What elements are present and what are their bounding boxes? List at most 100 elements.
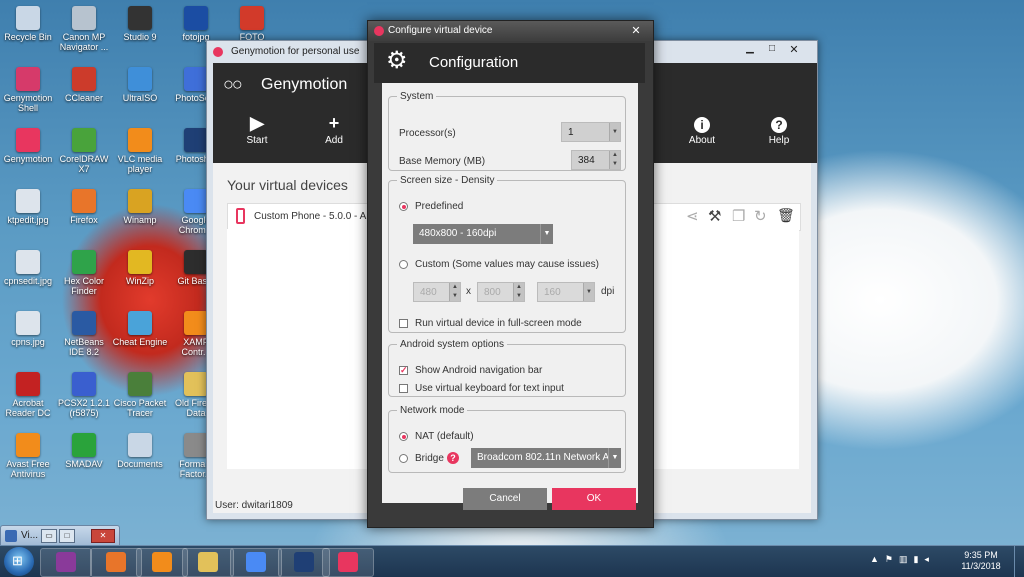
stepper-arrows-icon: ▲ ▼ [449,283,460,301]
window-controls: ▁ □ ✕ [741,43,811,59]
system-tray-icons[interactable]: ▲⚑▥▮◂ [870,554,935,565]
wrench-icon[interactable]: ⚒ [708,207,721,225]
ok-button[interactable]: OK [552,488,636,510]
memory-stepper[interactable]: 384 ▲ ▼ [571,150,621,170]
explorer-icon [198,552,218,572]
genymotion-icon [338,552,358,572]
app-icon [128,372,152,396]
desktop-icon[interactable]: PCSX2 1.2.1 (r5875) [56,368,112,426]
about-label: About [688,135,716,146]
desktop-icon[interactable]: CCleaner [56,63,112,121]
height-value: 800 [484,287,501,298]
desktop-icon[interactable]: CorelDRAW X7 [56,124,112,182]
desktop-icon[interactable]: Cisco Packet Tracer [112,368,168,426]
bridge-adapter-dropdown[interactable]: Broadcom 802.11n Network A ▼ [471,448,621,468]
navbar-label: Show Android navigation bar [415,365,543,376]
desktop-icon[interactable]: Documents [112,429,168,487]
minimize-icon[interactable]: ▁ [741,43,759,57]
desktop-icon-label: Cisco Packet Tracer [113,398,167,418]
dpi-dropdown[interactable]: 160 ▼ [537,282,595,302]
width-stepper[interactable]: 480 ▲ ▼ [413,282,461,302]
help-label: Help [768,135,790,146]
maximize-icon[interactable]: □ [763,43,781,57]
taskbar-explorer-button[interactable] [182,548,234,577]
app-icon [240,6,264,30]
desktop-icon-label: UltraISO [122,93,158,103]
taskbar-genymotion-button[interactable] [322,548,374,577]
desktop-icon[interactable]: WinZip [112,246,168,304]
app-icon [72,67,96,91]
desktop-icon[interactable]: Winamp [112,185,168,243]
desktop-icon[interactable]: Genymotion [0,124,56,182]
minimized-window-label: Vi... [21,530,39,541]
predefined-radio[interactable] [399,202,408,211]
system-group: System Processor(s) 1 ▼ Base Memory (MB)… [388,91,626,171]
start-label: Start [246,135,268,146]
desktop-icon[interactable]: ktpedit.jpg [0,185,56,243]
taskbar-chrome-button[interactable] [230,548,282,577]
dpi-label: dpi [601,286,615,297]
desktop-icon[interactable]: cpns.jpg [0,307,56,365]
desktop-icon[interactable]: Avast Free Antivirus [0,429,56,487]
device-name: Custom Phone - 5.0.0 - API [254,211,376,222]
help-icon[interactable]: ? [447,452,459,464]
desktop-icon[interactable]: VLC media player [112,124,168,182]
desktop-icon-label: cpnsedit.jpg [3,276,53,286]
stepper-arrows-icon: ▲ ▼ [609,151,620,169]
fullscreen-checkbox[interactable] [399,319,408,328]
desktop-icon-label: WinZip [125,276,154,286]
keyboard-checkbox[interactable] [399,384,408,393]
reset-icon[interactable]: ↻ [754,207,767,225]
app-icon [184,311,208,335]
desktop-icon[interactable]: Cheat Engine [112,307,168,365]
desktop-icon-label: PCSX2 1.2.1 (r5875) [57,398,111,418]
app-icon [184,6,208,30]
desktop-icon[interactable]: SMADAV [56,429,112,487]
height-stepper[interactable]: 800 ▲ ▼ [477,282,525,302]
clock[interactable]: 9:35 PM 11/3/2018 [956,550,1006,572]
desktop-icon-label: Winamp [123,215,157,225]
desktop-icon[interactable]: Recycle Bin [0,2,56,60]
trash-icon[interactable]: 🗑 [777,207,795,224]
predefined-dropdown[interactable]: 480x800 - 160dpi ▼ [413,224,553,244]
close-icon[interactable]: ✕ [785,43,803,57]
desktop-icon[interactable]: Firefox [56,185,112,243]
about-button[interactable]: i About [672,107,732,163]
system-legend: System [400,91,434,102]
close-icon[interactable]: ✕ [91,529,115,543]
cancel-button[interactable]: Cancel [463,488,547,510]
app-icon [16,250,40,274]
windows-logo-icon: ⊞ [12,553,23,568]
desktop-icon[interactable]: Acrobat Reader DC [0,368,56,426]
help-button[interactable]: ? Help [749,107,809,163]
taskbar-firefox-button[interactable] [90,548,142,577]
bridge-radio[interactable] [399,454,408,463]
app-icon [72,250,96,274]
custom-radio[interactable] [399,260,408,269]
nat-label: NAT (default) [415,431,474,442]
user-status: User: dwitari1809 [215,500,293,511]
start-orb-icon[interactable]: ⊞ [4,547,34,576]
desktop-icon[interactable]: UltraISO [112,63,168,121]
restore-icon[interactable]: ▭ [41,529,57,543]
dialog-close-icon[interactable]: ✕ [627,24,645,38]
desktop-icon[interactable]: Studio 9 [112,2,168,60]
desktop-icon[interactable]: cpnsedit.jpg [0,246,56,304]
maximize-icon[interactable]: □ [59,529,75,543]
processors-dropdown[interactable]: 1 ▼ [561,122,621,142]
desktop-icon[interactable]: Genymotion Shell [0,63,56,121]
desktop-icon[interactable]: NetBeans IDE 8.2 [56,307,112,365]
nat-radio[interactable] [399,432,408,441]
desktop-icon[interactable]: Canon MP Navigator ... [56,2,112,60]
taskbar-vlc-button[interactable] [136,548,188,577]
desktop-icon[interactable]: Hex Color Finder [56,246,112,304]
taskbar-winrar-button[interactable] [40,548,92,577]
clone-icon[interactable]: ❐ [732,207,745,225]
start-button[interactable]: ▶ Start [227,107,287,163]
share-icon[interactable]: ⋖ [686,207,699,225]
minimized-window[interactable]: Vi... ▭ □ ✕ [0,525,120,547]
add-button[interactable]: + Add [304,107,364,163]
navbar-checkbox[interactable]: ✓ [399,366,408,375]
clock-date: 11/3/2018 [961,561,1001,571]
show-desktop-button[interactable] [1014,546,1024,577]
